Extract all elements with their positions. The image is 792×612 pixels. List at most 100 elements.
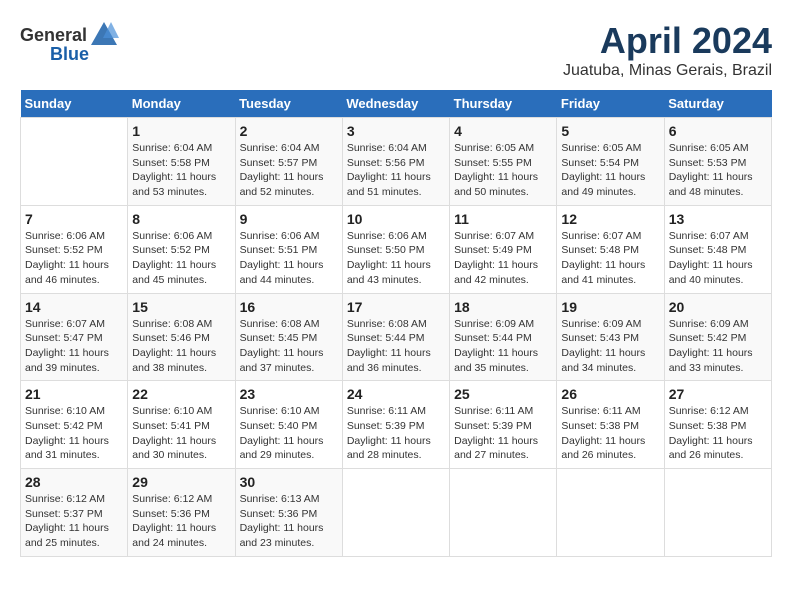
main-title: April 2024 [563, 20, 772, 62]
calendar-cell [21, 118, 128, 206]
logo: General Blue [20, 20, 119, 65]
calendar-cell: 21 Sunrise: 6:10 AM Sunset: 5:42 PM Dayli… [21, 381, 128, 469]
day-number: 22 [132, 386, 230, 402]
cell-info: Sunrise: 6:12 AM Sunset: 5:36 PM Dayligh… [132, 492, 230, 551]
calendar-cell: 13 Sunrise: 6:07 AM Sunset: 5:48 PM Dayli… [664, 205, 771, 293]
cell-info: Sunrise: 6:08 AM Sunset: 5:45 PM Dayligh… [240, 317, 338, 376]
day-number: 20 [669, 299, 767, 315]
calendar-cell: 30 Sunrise: 6:13 AM Sunset: 5:36 PM Dayli… [235, 469, 342, 557]
calendar-cell: 20 Sunrise: 6:09 AM Sunset: 5:42 PM Dayli… [664, 293, 771, 381]
calendar-cell: 2Sunrise: 6:04 AM Sunset: 5:57 PM Daylig… [235, 118, 342, 206]
cell-info: Sunrise: 6:07 AM Sunset: 5:49 PM Dayligh… [454, 229, 552, 288]
day-number: 14 [25, 299, 123, 315]
calendar-cell: 29 Sunrise: 6:12 AM Sunset: 5:36 PM Dayli… [128, 469, 235, 557]
cell-info: Sunrise: 6:05 AM Sunset: 5:54 PM Dayligh… [561, 141, 659, 200]
cell-info: Sunrise: 6:06 AM Sunset: 5:52 PM Dayligh… [132, 229, 230, 288]
day-number: 15 [132, 299, 230, 315]
cell-info: Sunrise: 6:09 AM Sunset: 5:44 PM Dayligh… [454, 317, 552, 376]
cell-info: Sunrise: 6:11 AM Sunset: 5:39 PM Dayligh… [454, 404, 552, 463]
calendar-cell [450, 469, 557, 557]
calendar-cell: 10 Sunrise: 6:06 AM Sunset: 5:50 PM Dayli… [342, 205, 449, 293]
day-number: 19 [561, 299, 659, 315]
calendar-cell: 14Sunrise: 6:07 AM Sunset: 5:47 PM Dayli… [21, 293, 128, 381]
day-number: 28 [25, 474, 123, 490]
cell-info: Sunrise: 6:13 AM Sunset: 5:36 PM Dayligh… [240, 492, 338, 551]
day-number: 8 [132, 211, 230, 227]
day-number: 6 [669, 123, 767, 139]
day-number: 1 [132, 123, 230, 139]
cell-info: Sunrise: 6:09 AM Sunset: 5:43 PM Dayligh… [561, 317, 659, 376]
cell-info: Sunrise: 6:12 AM Sunset: 5:37 PM Dayligh… [25, 492, 123, 551]
cell-info: Sunrise: 6:04 AM Sunset: 5:58 PM Dayligh… [132, 141, 230, 200]
calendar-cell: 27 Sunrise: 6:12 AM Sunset: 5:38 PM Dayli… [664, 381, 771, 469]
logo-general-text: General [20, 25, 87, 46]
col-header-friday: Friday [557, 90, 664, 118]
col-header-tuesday: Tuesday [235, 90, 342, 118]
calendar-cell: 5 Sunrise: 6:05 AM Sunset: 5:54 PM Daylig… [557, 118, 664, 206]
cell-info: Sunrise: 6:11 AM Sunset: 5:39 PM Dayligh… [347, 404, 445, 463]
day-number: 23 [240, 386, 338, 402]
calendar-cell: 24 Sunrise: 6:11 AM Sunset: 5:39 PM Dayli… [342, 381, 449, 469]
day-number: 21 [25, 386, 123, 402]
calendar-cell: 19 Sunrise: 6:09 AM Sunset: 5:43 PM Dayli… [557, 293, 664, 381]
day-number: 11 [454, 211, 552, 227]
calendar-cell: 4 Sunrise: 6:05 AM Sunset: 5:55 PM Daylig… [450, 118, 557, 206]
day-number: 26 [561, 386, 659, 402]
cell-info: Sunrise: 6:11 AM Sunset: 5:38 PM Dayligh… [561, 404, 659, 463]
day-number: 2 [240, 123, 338, 139]
calendar-cell: 9 Sunrise: 6:06 AM Sunset: 5:51 PM Daylig… [235, 205, 342, 293]
calendar-cell: 16 Sunrise: 6:08 AM Sunset: 5:45 PM Dayli… [235, 293, 342, 381]
day-number: 7 [25, 211, 123, 227]
calendar-cell: 23 Sunrise: 6:10 AM Sunset: 5:40 PM Dayli… [235, 381, 342, 469]
cell-info: Sunrise: 6:05 AM Sunset: 5:53 PM Dayligh… [669, 141, 767, 200]
cell-info: Sunrise: 6:08 AM Sunset: 5:46 PM Dayligh… [132, 317, 230, 376]
day-number: 25 [454, 386, 552, 402]
day-number: 30 [240, 474, 338, 490]
calendar-cell: 6 Sunrise: 6:05 AM Sunset: 5:53 PM Daylig… [664, 118, 771, 206]
cell-info: Sunrise: 6:10 AM Sunset: 5:40 PM Dayligh… [240, 404, 338, 463]
cell-info: Sunrise: 6:10 AM Sunset: 5:41 PM Dayligh… [132, 404, 230, 463]
calendar-cell: 1 Sunrise: 6:04 AM Sunset: 5:58 PM Daylig… [128, 118, 235, 206]
day-number: 12 [561, 211, 659, 227]
day-number: 24 [347, 386, 445, 402]
day-number: 27 [669, 386, 767, 402]
cell-info: Sunrise: 6:09 AM Sunset: 5:42 PM Dayligh… [669, 317, 767, 376]
day-number: 29 [132, 474, 230, 490]
cell-info: Sunrise: 6:07 AM Sunset: 5:48 PM Dayligh… [561, 229, 659, 288]
day-number: 5 [561, 123, 659, 139]
calendar-cell: 7 Sunrise: 6:06 AM Sunset: 5:52 PM Daylig… [21, 205, 128, 293]
day-number: 9 [240, 211, 338, 227]
calendar-cell: 18 Sunrise: 6:09 AM Sunset: 5:44 PM Dayli… [450, 293, 557, 381]
col-header-saturday: Saturday [664, 90, 771, 118]
calendar-cell: 25 Sunrise: 6:11 AM Sunset: 5:39 PM Dayli… [450, 381, 557, 469]
title-block: April 2024 Juatuba, Minas Gerais, Brazil [563, 20, 772, 80]
cell-info: Sunrise: 6:10 AM Sunset: 5:42 PM Dayligh… [25, 404, 123, 463]
cell-info: Sunrise: 6:07 AM Sunset: 5:48 PM Dayligh… [669, 229, 767, 288]
calendar-cell: 3Sunrise: 6:04 AM Sunset: 5:56 PM Daylig… [342, 118, 449, 206]
calendar-cell: 17Sunrise: 6:08 AM Sunset: 5:44 PM Dayli… [342, 293, 449, 381]
cell-info: Sunrise: 6:06 AM Sunset: 5:51 PM Dayligh… [240, 229, 338, 288]
day-number: 17 [347, 299, 445, 315]
day-number: 18 [454, 299, 552, 315]
subtitle: Juatuba, Minas Gerais, Brazil [563, 62, 772, 80]
calendar-cell [557, 469, 664, 557]
col-header-sunday: Sunday [21, 90, 128, 118]
calendar-cell: 8 Sunrise: 6:06 AM Sunset: 5:52 PM Daylig… [128, 205, 235, 293]
calendar-cell: 15 Sunrise: 6:08 AM Sunset: 5:46 PM Dayli… [128, 293, 235, 381]
calendar-cell [342, 469, 449, 557]
calendar-cell: 12 Sunrise: 6:07 AM Sunset: 5:48 PM Dayli… [557, 205, 664, 293]
cell-info: Sunrise: 6:06 AM Sunset: 5:52 PM Dayligh… [25, 229, 123, 288]
day-number: 4 [454, 123, 552, 139]
day-number: 13 [669, 211, 767, 227]
calendar-cell [664, 469, 771, 557]
day-number: 16 [240, 299, 338, 315]
cell-info: Sunrise: 6:06 AM Sunset: 5:50 PM Dayligh… [347, 229, 445, 288]
logo-blue-text: Blue [50, 44, 89, 65]
day-number: 10 [347, 211, 445, 227]
cell-info: Sunrise: 6:05 AM Sunset: 5:55 PM Dayligh… [454, 141, 552, 200]
calendar-table: SundayMondayTuesdayWednesdayThursdayFrid… [20, 90, 772, 557]
col-header-monday: Monday [128, 90, 235, 118]
calendar-cell: 11 Sunrise: 6:07 AM Sunset: 5:49 PM Dayli… [450, 205, 557, 293]
cell-info: Sunrise: 6:12 AM Sunset: 5:38 PM Dayligh… [669, 404, 767, 463]
cell-info: Sunrise: 6:04 AM Sunset: 5:56 PM Dayligh… [347, 141, 445, 200]
